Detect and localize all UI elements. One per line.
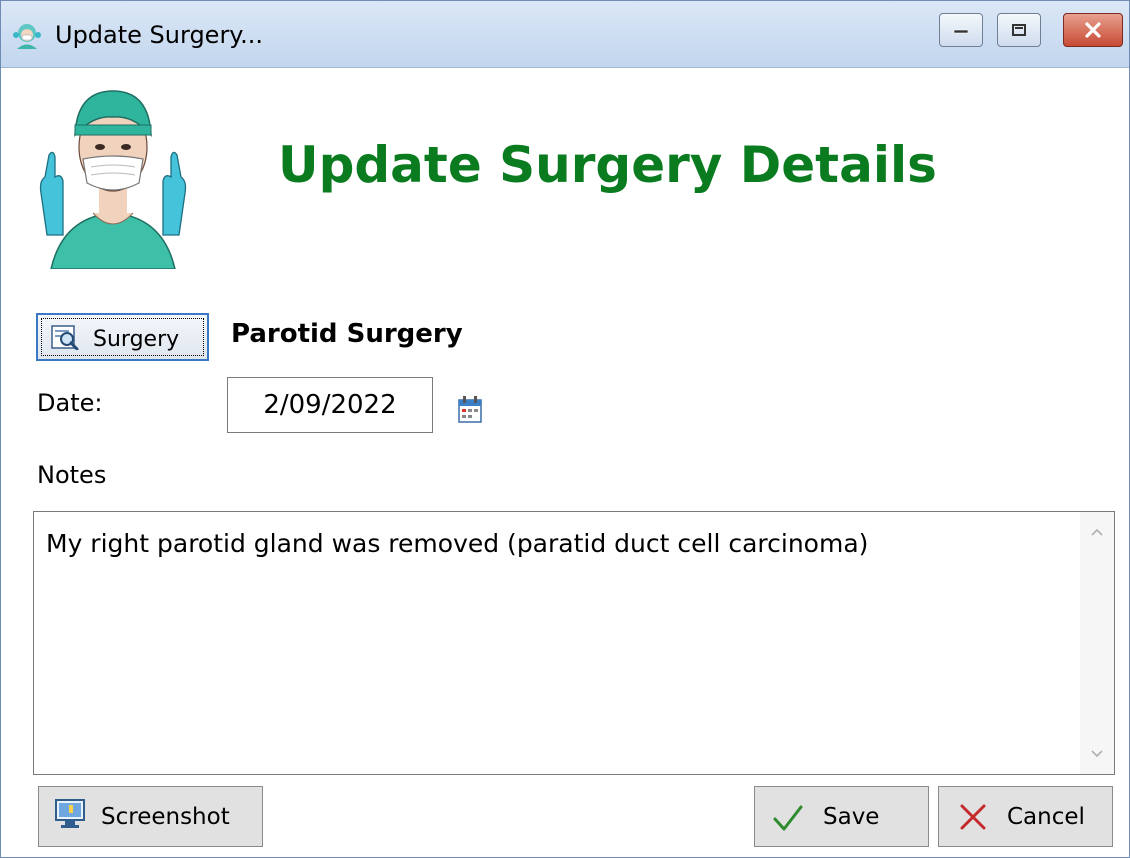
cancel-button-label: Cancel bbox=[1007, 804, 1085, 830]
calendar-icon[interactable] bbox=[457, 394, 483, 426]
surgeon-icon bbox=[13, 24, 41, 49]
save-button[interactable]: Save bbox=[754, 786, 929, 847]
surgeon-illustration bbox=[39, 90, 187, 269]
scroll-down-icon[interactable] bbox=[1088, 744, 1106, 762]
scroll-up-icon[interactable] bbox=[1088, 524, 1106, 542]
cancel-button[interactable]: Cancel bbox=[938, 786, 1113, 847]
screenshot-button-label: Screenshot bbox=[101, 804, 230, 830]
surgery-button-label: Surgery bbox=[93, 327, 180, 352]
date-field[interactable]: 2/09/2022 bbox=[227, 377, 433, 433]
minimize-icon bbox=[953, 29, 969, 34]
notes-textarea[interactable]: My right parotid gland was removed (para… bbox=[33, 511, 1115, 775]
search-record-icon bbox=[51, 325, 79, 350]
maximize-icon bbox=[1012, 24, 1026, 36]
page-title: Update Surgery Details bbox=[278, 136, 937, 194]
minimize-button[interactable] bbox=[939, 13, 983, 47]
notes-text[interactable]: My right parotid gland was removed (para… bbox=[46, 528, 1076, 560]
date-label: Date: bbox=[37, 389, 103, 417]
x-icon bbox=[960, 804, 986, 830]
monitor-icon bbox=[55, 799, 85, 828]
close-button[interactable] bbox=[1063, 13, 1123, 47]
title-bar[interactable]: Update Surgery... bbox=[1, 1, 1129, 68]
update-surgery-window: Update Surgery... Update Surgery Details bbox=[0, 0, 1130, 858]
surgery-lookup-button[interactable]: Surgery bbox=[36, 313, 209, 361]
save-button-label: Save bbox=[823, 804, 880, 830]
screenshot-button[interactable]: Screenshot bbox=[38, 786, 263, 847]
window-title: Update Surgery... bbox=[55, 21, 263, 49]
surgery-name-value: Parotid Surgery bbox=[231, 319, 463, 349]
checkmark-icon bbox=[773, 805, 803, 831]
notes-scrollbar[interactable] bbox=[1080, 512, 1114, 774]
close-icon bbox=[1085, 22, 1101, 38]
notes-label: Notes bbox=[37, 461, 107, 489]
maximize-button[interactable] bbox=[997, 13, 1041, 47]
